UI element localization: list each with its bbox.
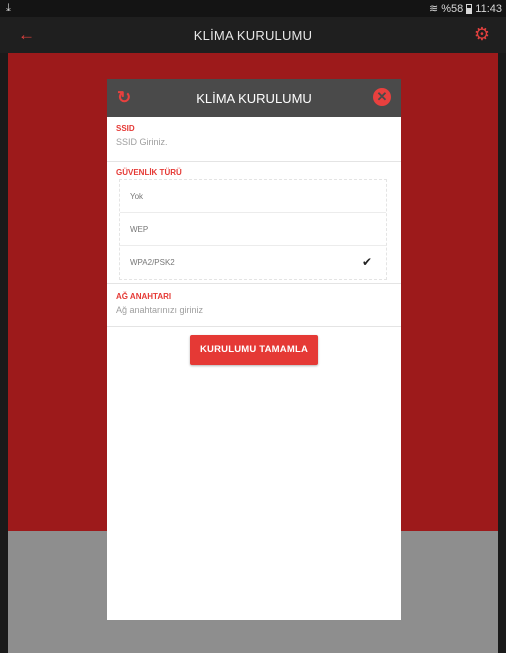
- wifi-icon: ≋: [429, 3, 439, 15]
- setup-dialog: ↻ KLİMA KURULUMU ✕ SSID SSID Giriniz. GÜ…: [107, 79, 401, 620]
- complete-setup-button[interactable]: KURULUMU TAMAMLA: [190, 335, 318, 365]
- security-type-label: GÜVENLİK TÜRÜ: [116, 168, 182, 177]
- status-indicators: ≋ %58 11:43: [429, 2, 502, 16]
- clock: 11:43: [475, 2, 502, 15]
- close-icon[interactable]: ✕: [373, 88, 391, 106]
- option-label: WEP: [130, 225, 149, 234]
- dialog-header: ↻ KLİMA KURULUMU ✕: [107, 79, 401, 117]
- security-option-wpa2[interactable]: WPA2/PSK2 ✔: [120, 246, 386, 279]
- security-type-list: Yok WEP WPA2/PSK2 ✔: [119, 179, 387, 280]
- ssid-input[interactable]: SSID Giriniz.: [107, 133, 401, 162]
- dialog-title: KLİMA KURULUMU: [196, 91, 312, 106]
- option-label: WPA2/PSK2: [130, 258, 175, 267]
- app-title: KLİMA KURULUMU: [193, 28, 313, 43]
- battery-percent: %58: [441, 2, 464, 15]
- battery-icon: [466, 3, 473, 14]
- network-key-input[interactable]: Ağ anahtarınızı giriniz: [107, 301, 401, 327]
- option-label: Yok: [130, 192, 144, 201]
- download-icon: ⤓: [6, 2, 11, 14]
- checkmark-icon: ✔: [361, 255, 372, 269]
- gear-icon[interactable]: ⚙: [474, 24, 490, 45]
- app-bar: ← KLİMA KURULUMU ⚙: [0, 17, 506, 53]
- ssid-label: SSID: [116, 124, 135, 133]
- status-bar: ⤓ ≋ %58 11:43: [0, 0, 506, 17]
- security-option-wep[interactable]: WEP: [120, 213, 386, 246]
- security-option-none[interactable]: Yok: [120, 180, 386, 213]
- network-key-label: AĞ ANAHTARI: [107, 283, 401, 301]
